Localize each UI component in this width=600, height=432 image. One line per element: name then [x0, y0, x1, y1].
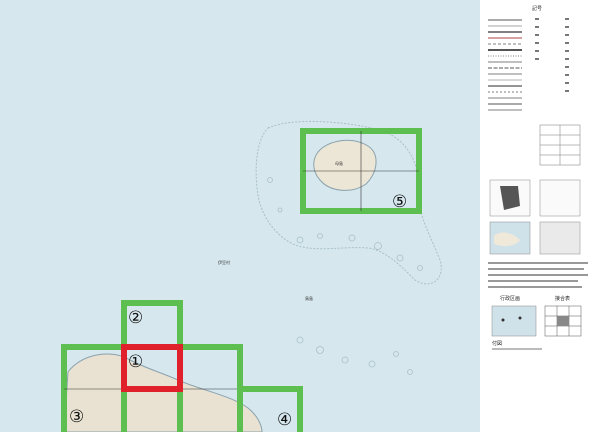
place-label-tori: 鳥島 — [305, 295, 313, 301]
legend-title: 記号 — [532, 5, 542, 12]
index-title-left: 行政区画 — [500, 295, 520, 302]
index-map-left — [491, 305, 537, 337]
legend-panel: 記号 行政区画 接合表 付図 — [480, 0, 600, 432]
tile-label-3: ③ — [69, 407, 84, 427]
index-map-right — [544, 305, 582, 337]
north-island-land — [313, 139, 377, 191]
tile-label-5: ⑤ — [392, 192, 407, 212]
index-title-right: 接合表 — [555, 295, 570, 302]
map-canvas: 母島 伊豆村 鳥島 ⑤ ② ③ ④ ① 記号 行政区画 接合表 付図 — [0, 0, 600, 432]
place-label-izu: 伊豆村 — [218, 259, 230, 265]
tile-label-2: ② — [128, 308, 143, 328]
legend-footer: 付図 — [492, 340, 502, 347]
tile-label-4: ④ — [277, 410, 292, 430]
north-island-name: 母島 — [335, 160, 343, 166]
tile-label-1: ① — [128, 352, 143, 372]
